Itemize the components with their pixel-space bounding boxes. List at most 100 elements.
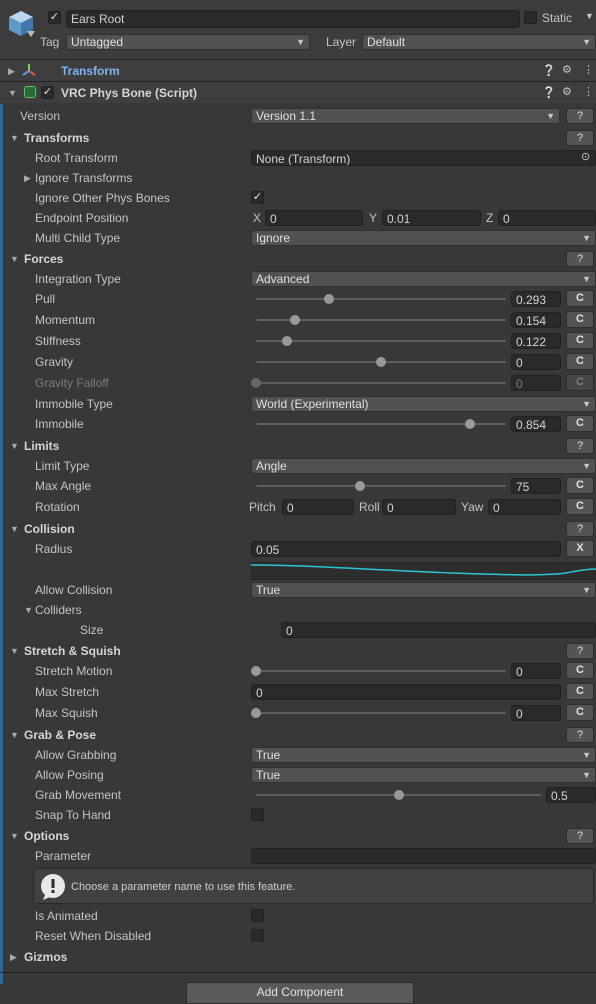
stretch-motion-curve-button[interactable]: C [566,662,594,679]
version-dropdown[interactable]: Version 1.1 ▼ [251,108,560,124]
immobile-slider-thumb[interactable] [464,419,475,429]
max-squish-slider-thumb[interactable] [251,708,261,718]
foldout-arrow-icon[interactable]: ▼ [10,439,19,453]
stretch-motion-input[interactable]: 0 [511,663,561,679]
foldout-arrow-icon[interactable]: ▼ [10,644,19,658]
component-enabled-toggle[interactable]: ✓ [41,86,54,99]
root-transform-field[interactable]: None (Transform) [251,150,596,166]
gravity-curve-button[interactable]: C [566,353,594,370]
ignore-other-checkbox[interactable]: ✓ [251,191,264,204]
object-picker-icon[interactable]: ⊙ [581,150,590,163]
foldout-arrow-icon[interactable]: ▶ [8,64,15,78]
immobile-type-dropdown[interactable]: World (Experimental) ▼ [251,396,596,412]
grab-help-button[interactable]: ? [566,727,594,743]
chevron-down-icon[interactable]: ▼ [585,11,594,21]
gravity-input[interactable]: 0 [511,354,561,370]
snap-checkbox[interactable] [251,808,264,821]
momentum-curve-button[interactable]: C [566,311,594,328]
parameter-input[interactable] [251,848,596,864]
collision-help-button[interactable]: ? [566,521,594,537]
stretch-help-button[interactable]: ? [566,643,594,659]
stiffness-slider-thumb[interactable] [281,336,292,346]
grab-section-title[interactable]: Grab & Pose [24,728,96,742]
version-help-button[interactable]: ? [566,108,594,124]
foldout-arrow-icon[interactable]: ▼ [24,603,33,617]
max-angle-curve-button[interactable]: C [566,477,594,494]
kebab-menu-icon[interactable]: ⋮ [583,63,594,76]
stretch-motion-slider-thumb[interactable] [251,666,261,676]
grab-movement-input[interactable]: 0.5 [546,787,596,803]
max-squish-slider-track[interactable] [256,712,506,714]
colliders-size-input[interactable]: 0 [281,622,596,638]
max-angle-slider-track[interactable] [256,485,506,487]
endpoint-x-label[interactable]: X [253,211,261,225]
foldout-arrow-icon[interactable]: ▼ [10,131,19,145]
settings-sliders-icon[interactable]: ⚙ [562,85,572,98]
help-icon[interactable]: ❔ [542,64,556,77]
yaw-label[interactable]: Yaw [461,500,483,514]
static-toggle[interactable] [524,11,537,24]
momentum-input[interactable]: 0.154 [511,312,561,328]
allow-grabbing-dropdown[interactable]: True ▼ [251,747,596,763]
max-stretch-curve-button[interactable]: C [566,683,594,700]
options-help-button[interactable]: ? [566,828,594,844]
foldout-arrow-icon[interactable]: ▶ [24,171,31,185]
pitch-input[interactable]: 0 [282,499,354,515]
options-section-title[interactable]: Options [24,829,69,843]
gizmos-section-title[interactable]: Gizmos [24,950,67,964]
collision-section-title[interactable]: Collision [24,522,75,536]
max-squish-input[interactable]: 0 [511,705,561,721]
pull-slider-thumb[interactable] [324,294,335,304]
transforms-section-title[interactable]: Transforms [24,131,89,145]
pull-slider-track[interactable] [256,298,506,300]
max-angle-input[interactable]: 75 [511,478,561,494]
immobile-input[interactable]: 0.854 [511,416,561,432]
rotation-curve-button[interactable]: C [566,498,594,515]
roll-input[interactable]: 0 [382,499,456,515]
endpoint-z-input[interactable]: 0 [498,210,596,226]
chevron-down-icon[interactable] [26,30,36,38]
multi-child-dropdown[interactable]: Ignore ▼ [251,230,596,246]
endpoint-z-label[interactable]: Z [486,211,493,225]
layer-dropdown[interactable]: Default ▼ [362,34,596,50]
reset-checkbox[interactable] [251,929,264,942]
limit-type-dropdown[interactable]: Angle ▼ [251,458,596,474]
endpoint-y-input[interactable]: 0.01 [382,210,481,226]
stretch-motion-slider-track[interactable] [256,670,506,672]
grab-movement-slider-thumb[interactable] [393,790,404,800]
integration-dropdown[interactable]: Advanced ▼ [251,271,596,287]
foldout-arrow-icon[interactable]: ▶ [10,950,17,964]
stretch-section-title[interactable]: Stretch & Squish [24,644,121,658]
foldout-arrow-icon[interactable]: ▼ [10,522,19,536]
momentum-slider-thumb[interactable] [289,315,300,325]
stiffness-curve-button[interactable]: C [566,332,594,349]
radius-curve[interactable] [251,562,596,580]
forces-help-button[interactable]: ? [566,251,594,267]
transform-title[interactable]: Transform [61,64,120,78]
limits-help-button[interactable]: ? [566,438,594,454]
max-angle-slider-thumb[interactable] [355,481,366,491]
pull-curve-button[interactable]: C [566,290,594,307]
ignore-transforms-label[interactable]: Ignore Transforms [35,171,132,185]
allow-collision-dropdown[interactable]: True ▼ [251,582,596,598]
foldout-arrow-icon[interactable]: ▼ [10,252,19,266]
limits-section-title[interactable]: Limits [24,439,59,453]
colliders-label[interactable]: Colliders [35,603,82,617]
yaw-input[interactable]: 0 [488,499,561,515]
object-name-input[interactable]: Ears Root [66,10,520,28]
forces-section-title[interactable]: Forces [24,252,63,266]
tag-dropdown[interactable]: Untagged ▼ [66,34,310,50]
pitch-label[interactable]: Pitch [249,500,276,514]
add-component-button[interactable]: Add Component [186,982,414,1004]
kebab-menu-icon[interactable]: ⋮ [583,85,594,98]
foldout-arrow-icon[interactable]: ▼ [10,829,19,843]
max-squish-curve-button[interactable]: C [566,704,594,721]
allow-posing-dropdown[interactable]: True ▼ [251,767,596,783]
radius-input[interactable]: 0.05 [251,541,561,557]
endpoint-y-label[interactable]: Y [369,211,377,225]
radius-curve-button[interactable]: X [566,540,594,557]
pull-input[interactable]: 0.293 [511,291,561,307]
roll-label[interactable]: Roll [359,500,380,514]
transforms-help-button[interactable]: ? [566,130,594,146]
foldout-arrow-icon[interactable]: ▼ [8,86,17,100]
